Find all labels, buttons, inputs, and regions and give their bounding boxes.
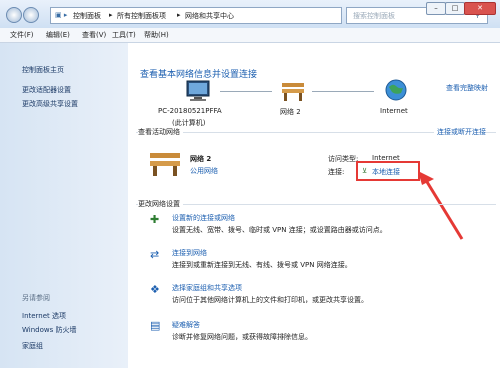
minimize-button[interactable]: – [426, 2, 446, 15]
menu-tools[interactable]: 工具(T) [112, 30, 136, 40]
network-type-link[interactable]: 公用网络 [190, 166, 218, 176]
breadcrumb-network-center[interactable]: 网络和共享中心 [185, 11, 234, 21]
maximize-button[interactable]: □ [445, 2, 465, 15]
see-also-title: 另请参阅 [22, 294, 50, 302]
homegroup-icon: ❖ [150, 283, 160, 296]
local-connection-link[interactable]: 本地连接 [372, 167, 400, 177]
map-network-name: 网络 2 [280, 108, 301, 116]
connection-label: 连接: [328, 168, 345, 176]
bench-icon [282, 83, 304, 101]
menu-view[interactable]: 查看(V) [82, 30, 106, 40]
sidebar-home[interactable]: 控制面板主页 [22, 65, 64, 75]
sidebar-item-homegroup[interactable]: 家庭组 [22, 341, 43, 351]
sidebar-item-internet-options[interactable]: Internet 选项 [22, 311, 66, 321]
arrow-annotation-icon [418, 171, 464, 240]
computer-icon [186, 80, 210, 101]
breadcrumb-control-panel[interactable]: 控制面板 [73, 11, 101, 21]
breadcrumb-all-items[interactable]: 所有控制面板项 [117, 11, 166, 21]
task-troubleshoot[interactable]: 疑难解答 [172, 320, 200, 330]
menu-edit[interactable]: 编辑(E) [46, 30, 70, 40]
address-bar[interactable]: ▣ ▸ 控制面板 ▸ 所有控制面板项 ▸ 网络和共享中心 [50, 7, 342, 24]
full-map-link[interactable]: 查看完整映射 [446, 83, 488, 93]
access-type-label: 访问类型: [328, 155, 359, 163]
connect-disconnect-link[interactable]: 连接或断开连接 [434, 127, 486, 137]
sidebar-item-adapter[interactable]: 更改适配器设置 [22, 85, 71, 95]
search-placeholder: 搜索控制面板 [353, 12, 395, 20]
forward-icon[interactable] [23, 7, 39, 23]
new-connection-icon: ✚ [150, 213, 160, 226]
menu-file[interactable]: 文件(F) [10, 30, 34, 40]
task-connect-network[interactable]: 连接到网络 [172, 248, 207, 258]
change-settings-title: 更改网络设置 [138, 199, 183, 209]
menu-help[interactable]: 帮助(H) [144, 30, 169, 40]
task-new-connection[interactable]: 设置新的连接或网络 [172, 213, 235, 223]
task-connect-network-desc: 连接到或重新连接到无线、有线、拨号或 VPN 网络连接。 [172, 261, 352, 269]
task-troubleshoot-desc: 诊断并修复网络问题，或获得故障排除信息。 [172, 333, 312, 341]
map-internet: Internet [380, 107, 408, 115]
menu-bar: 文件(F) 编辑(E) 查看(V) 工具(T) 帮助(H) [0, 28, 500, 43]
task-new-connection-desc: 设置无线、宽带、拨号、临时或 VPN 连接；或设置路由器或访问点。 [172, 226, 387, 234]
close-button[interactable]: ✕ [464, 2, 496, 15]
task-homegroup-desc: 访问位于其他网络计算机上的文件和打印机，或更改共享设置。 [172, 296, 368, 304]
active-networks-title: 查看活动网络 [138, 127, 183, 137]
back-icon[interactable] [6, 7, 22, 23]
bench-icon [150, 153, 180, 176]
connect-network-icon: ⇄ [150, 248, 160, 261]
troubleshoot-icon: ▤ [150, 319, 161, 332]
control-panel-icon: ▣ ▸ [55, 11, 68, 19]
sidebar: 控制面板主页 更改适配器设置 更改高级共享设置 另请参阅 Internet 选项… [0, 43, 128, 368]
main-panel: 查看基本网络信息并设置连接 查看完整映射 PC-20180521PFFA (此计… [128, 43, 500, 368]
sidebar-item-firewall[interactable]: Windows 防火墙 [22, 325, 76, 335]
title-bar: ▣ ▸ 控制面板 ▸ 所有控制面板项 ▸ 网络和共享中心 搜索控制面板 ⚲ – … [0, 0, 500, 28]
task-homegroup[interactable]: 选择家庭组和共享选项 [172, 283, 242, 293]
ethernet-icon: ⊻ [362, 167, 368, 175]
active-network-name: 网络 2 [190, 155, 212, 163]
sidebar-item-sharing[interactable]: 更改高级共享设置 [22, 99, 78, 109]
globe-icon [385, 79, 407, 101]
computer-name: PC-20180521PFFA [158, 107, 222, 115]
